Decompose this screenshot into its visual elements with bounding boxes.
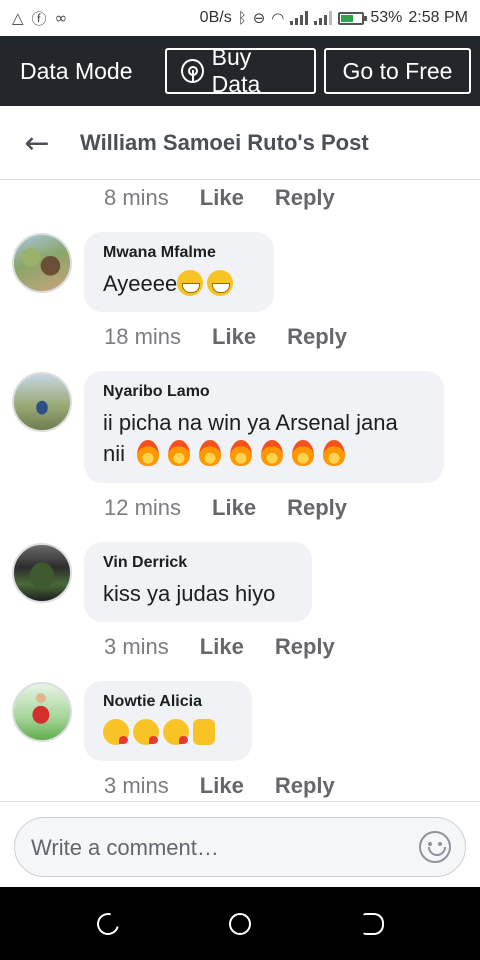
- voicemail-icon: ∞: [54, 9, 68, 27]
- comment-meta: 18 mins Like Reply: [104, 324, 347, 350]
- page-title: William Samoei Ruto's Post: [80, 130, 369, 155]
- comment-time: 3 mins: [104, 773, 169, 798]
- do-not-disturb-icon: ⊖: [252, 9, 266, 27]
- avatar[interactable]: [12, 543, 72, 603]
- system-nav-bar: [0, 887, 480, 960]
- warning-triangle-icon: △: [12, 9, 24, 27]
- comment-author[interactable]: Nowtie Alicia: [103, 693, 232, 711]
- go-to-free-button[interactable]: Go to Free: [324, 48, 471, 94]
- comment-text-content: Ayeeee: [103, 271, 178, 296]
- clock: 2:58 PM: [408, 9, 468, 26]
- comment-text: kiss ya judas hiyo: [103, 581, 276, 606]
- comment-author[interactable]: Vin Derrick: [103, 554, 292, 572]
- smiley-icon[interactable]: [419, 831, 451, 863]
- reply-button[interactable]: Reply: [275, 773, 335, 799]
- buy-data-button[interactable]: Buy Data: [165, 44, 316, 97]
- comment-time: 3 mins: [104, 634, 169, 659]
- like-button[interactable]: Like: [212, 324, 256, 350]
- battery-fill: [341, 14, 354, 22]
- wifi-icon: ◠: [271, 9, 285, 27]
- signal-icon: [314, 11, 333, 25]
- comment-text-content: nii: [103, 441, 126, 466]
- status-left-icons: △ ⓕ ∞: [12, 8, 67, 29]
- comment-placeholder: Write a comment…: [31, 835, 219, 860]
- data-mode-bar: Data Mode Buy Data Go to Free: [0, 36, 480, 106]
- battery-icon: [338, 11, 368, 25]
- comment-bubble[interactable]: Nowtie Alicia: [84, 681, 252, 761]
- comment-meta: 12 mins Like Reply: [104, 495, 347, 521]
- fire-emoji: [137, 440, 160, 466]
- fire-emoji: [168, 440, 191, 466]
- go-to-free-label: Go to Free: [342, 57, 453, 84]
- grinning-face-emoji: [177, 270, 204, 296]
- grinning-face-emoji: [207, 270, 234, 296]
- like-button[interactable]: Like: [200, 634, 244, 660]
- comment-meta: 3 mins Like Reply: [104, 773, 335, 799]
- face-blowing-kiss-emoji: [103, 719, 129, 745]
- avatar[interactable]: [12, 233, 72, 293]
- comment-time: 18 mins: [104, 324, 182, 349]
- comment-text-line: ii picha na win ya Arsenal jana: [103, 410, 398, 435]
- like-button[interactable]: Like: [200, 185, 244, 211]
- fire-emoji: [261, 440, 284, 466]
- network-speed: 0B/s: [199, 9, 232, 26]
- comment-text-line-2: nii: [103, 438, 424, 469]
- comment-text: Ayeeee: [103, 268, 254, 299]
- buy-data-label: Buy Data: [211, 44, 261, 97]
- like-button[interactable]: Like: [212, 495, 256, 521]
- status-bar: △ ⓕ ∞ 0B/s ᛒ ⊖ ◠ 53% 2:58 PM: [0, 0, 480, 36]
- comment-meta: 3 mins Like Reply: [104, 634, 335, 660]
- comment-meta: 8 mins Like Reply: [104, 185, 335, 211]
- broadcast-icon: [181, 59, 204, 83]
- comment-time: 8 mins: [104, 185, 169, 210]
- reply-button[interactable]: Reply: [275, 634, 335, 660]
- home-icon[interactable]: [229, 913, 251, 935]
- comment-text: ii picha na win ya Arsenal jana nii: [103, 407, 424, 469]
- bluetooth-icon: ᛒ: [237, 9, 247, 27]
- recent-apps-icon[interactable]: [92, 908, 124, 940]
- face-blowing-kiss-emoji: [163, 719, 189, 745]
- comment-author[interactable]: Mwana Mfalme: [103, 244, 254, 262]
- arrow-left-icon[interactable]: ←: [22, 126, 52, 161]
- comment-input[interactable]: Write a comment…: [14, 817, 466, 877]
- face-blowing-kiss-emoji: [133, 719, 159, 745]
- fire-emoji: [292, 440, 315, 466]
- comment-bubble[interactable]: Nyaribo Lamo ii picha na win ya Arsenal …: [84, 371, 444, 483]
- comment-bubble[interactable]: Mwana Mfalme Ayeeee: [84, 232, 274, 312]
- like-button[interactable]: Like: [200, 773, 244, 799]
- battery-percent: 53%: [370, 9, 403, 26]
- fire-emoji: [323, 440, 346, 466]
- reply-button[interactable]: Reply: [287, 495, 347, 521]
- comment-author[interactable]: Nyaribo Lamo: [103, 383, 424, 401]
- comment-bubble[interactable]: Vin Derrick kiss ya judas hiyo: [84, 542, 312, 622]
- post-header: ← William Samoei Ruto's Post: [0, 106, 480, 180]
- reply-button[interactable]: Reply: [287, 324, 347, 350]
- back-icon[interactable]: [362, 913, 384, 935]
- signal-icon: [290, 11, 309, 25]
- raised-fist-emoji: [193, 719, 215, 745]
- fire-emoji: [199, 440, 222, 466]
- status-right: 0B/s ᛒ ⊖ ◠ 53% 2:58 PM: [200, 9, 468, 27]
- comment-text: [103, 717, 232, 748]
- comment-list[interactable]: 8 mins Like Reply Mwana Mfalme Ayeeee 18…: [0, 181, 480, 801]
- avatar[interactable]: [12, 372, 72, 432]
- avatar[interactable]: [12, 682, 72, 742]
- fire-emoji: [230, 440, 253, 466]
- reply-button[interactable]: Reply: [275, 185, 335, 211]
- comment-time: 12 mins: [104, 495, 182, 520]
- facebook-icon: ⓕ: [31, 9, 47, 28]
- comment-composer: Write a comment…: [0, 801, 480, 887]
- data-mode-label: Data Mode: [20, 57, 133, 84]
